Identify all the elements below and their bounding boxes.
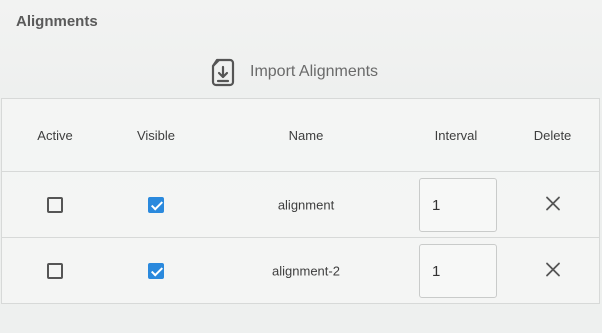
alignment-name: alignment-2	[272, 263, 340, 279]
column-header-delete: Delete	[533, 128, 572, 143]
import-alignments-label: Import Alignments	[250, 63, 379, 80]
table-row: alignment	[2, 171, 599, 238]
delete-icon[interactable]	[545, 196, 561, 212]
interval-input[interactable]	[419, 178, 497, 232]
import-alignments-button[interactable]: Import Alignments	[208, 56, 378, 88]
interval-input[interactable]	[419, 244, 497, 298]
alignments-panel: Alignments Import Alignments Active Visi…	[0, 0, 602, 333]
column-header-visible: Visible	[136, 128, 176, 143]
column-header-name: Name	[288, 128, 324, 143]
active-checkbox[interactable]	[47, 197, 63, 213]
import-file-icon	[208, 56, 240, 88]
alignment-name: alignment	[277, 197, 335, 213]
visible-checkbox[interactable]	[148, 263, 164, 279]
active-checkbox[interactable]	[47, 263, 63, 279]
panel-title: Alignments	[16, 13, 98, 30]
table-row: alignment-2	[2, 237, 599, 304]
visible-checkbox[interactable]	[148, 197, 164, 213]
alignments-table: Active Visible Name Interval Delete alig…	[1, 98, 600, 304]
column-header-active: Active	[37, 128, 73, 143]
column-header-interval: Interval	[434, 128, 478, 143]
table-header-row: Active Visible Name Interval Delete	[2, 99, 599, 171]
delete-icon[interactable]	[545, 262, 561, 278]
